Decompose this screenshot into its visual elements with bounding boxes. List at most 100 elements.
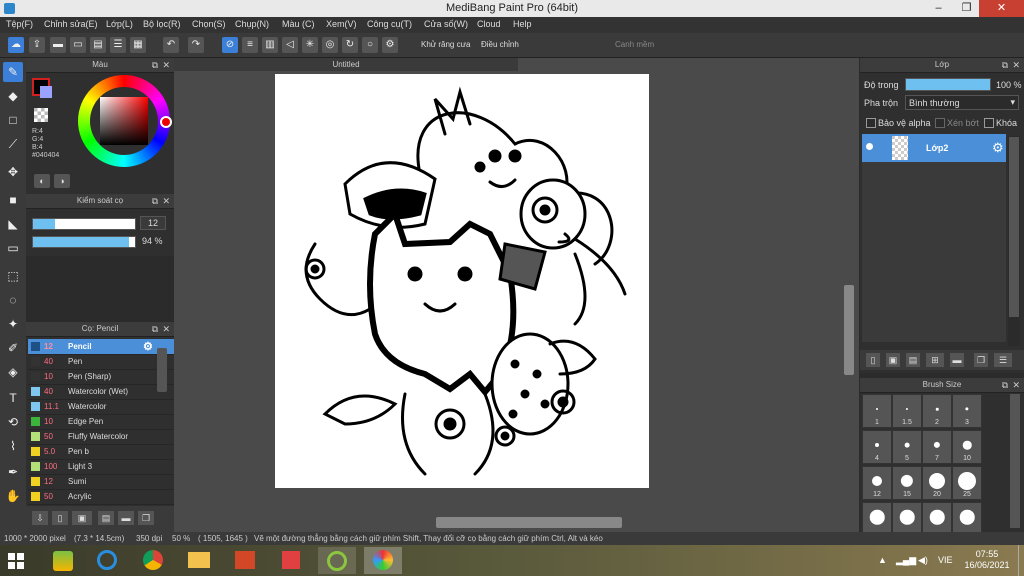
brush-size-preset[interactable]: 10	[952, 430, 982, 464]
cloud-download-icon[interactable]: ⇩	[32, 511, 48, 525]
paint-app-icon[interactable]	[364, 547, 402, 574]
share-icon[interactable]: ⇪	[29, 37, 45, 53]
clip-checkbox[interactable]	[935, 118, 945, 128]
magic-wand-icon[interactable]: ✦	[3, 314, 23, 334]
protect-alpha-checkbox[interactable]	[866, 118, 876, 128]
canvas-horizontal-scrollbar[interactable]	[436, 517, 622, 528]
cloud-icon[interactable]: ☁	[8, 37, 24, 53]
brush-item[interactable]: 100 Light 3	[28, 459, 181, 475]
layer-menu-icon[interactable]: ☰	[994, 353, 1012, 367]
new-color-layer-icon[interactable]: ▣	[886, 353, 900, 367]
layer-opacity-slider[interactable]	[905, 78, 991, 91]
menu-cloud[interactable]: Cloud	[477, 19, 501, 29]
new-halftone-layer-icon[interactable]: ▤	[906, 353, 920, 367]
brush-item[interactable]: 50 Acrylic	[28, 489, 181, 505]
close-icon[interactable]: ✕	[162, 194, 170, 208]
network-icon[interactable]: ▂▄▆	[896, 555, 916, 566]
hand-tool-icon[interactable]: ✋	[3, 486, 23, 506]
brush-size-preset[interactable]: 3	[952, 394, 982, 428]
radial-snap-icon[interactable]: ✳	[302, 37, 318, 53]
chat-icon[interactable]: ▭	[70, 37, 86, 53]
canvas-vertical-scrollbar[interactable]	[844, 285, 854, 375]
duplicate-layer-icon[interactable]: ❐	[974, 353, 988, 367]
document-icon[interactable]: ▤	[90, 37, 106, 53]
brush-size-preset[interactable]: 1	[862, 394, 892, 428]
brush-size-preset[interactable]: 12	[862, 466, 892, 500]
gear-icon[interactable]: ⚙	[143, 340, 153, 353]
list-icon[interactable]: ☰	[110, 37, 126, 53]
perspective-snap-icon[interactable]: ◁	[282, 37, 298, 53]
menu-file[interactable]: Tệp(F)	[6, 19, 33, 29]
brush-size-preset[interactable]: 15	[892, 466, 922, 500]
background-color-swatch[interactable]	[40, 86, 52, 98]
detach-icon[interactable]: ⧉	[152, 322, 158, 336]
brush-item[interactable]: 10 Edge Pen	[28, 414, 181, 430]
grid-snap-icon[interactable]: ▥	[262, 37, 278, 53]
text-tool-icon[interactable]: T	[3, 388, 23, 408]
lasso-tool-icon[interactable]: ◌	[3, 290, 23, 310]
gradient-tool-icon[interactable]: ▭	[3, 238, 23, 258]
close-icon[interactable]: ✕	[162, 322, 170, 336]
hue-handle[interactable]	[160, 116, 172, 128]
close-icon[interactable]: ✕	[1012, 378, 1020, 392]
show-desktop-button[interactable]	[1018, 545, 1024, 576]
color-picker-icon[interactable]: ◑	[54, 174, 70, 188]
language-indicator[interactable]: VIE	[938, 555, 953, 565]
folder-icon[interactable]: ▬	[950, 353, 964, 367]
powerpoint-icon[interactable]	[226, 547, 264, 574]
drawing-canvas[interactable]	[275, 74, 649, 488]
detach-icon[interactable]: ⧉	[152, 58, 158, 72]
brush-size-preset[interactable]: 25	[952, 466, 982, 500]
chrome-icon[interactable]	[134, 547, 172, 574]
snap-settings-icon[interactable]: ⚙	[382, 37, 398, 53]
tab-untitled[interactable]: Untitled	[174, 58, 518, 71]
brush-size-preset[interactable]: 20	[922, 466, 952, 500]
ellipse-snap-icon[interactable]: ○	[362, 37, 378, 53]
brush-opacity-slider[interactable]	[32, 236, 136, 248]
menu-help[interactable]: Help	[513, 19, 532, 29]
menu-edit[interactable]: Chỉnh sửa(E)	[44, 19, 98, 29]
menu-capture[interactable]: Chụp(N)	[235, 19, 269, 29]
curve-snap-icon[interactable]: ↻	[342, 37, 358, 53]
brush-size-slider[interactable]	[32, 218, 136, 230]
snap-off-icon[interactable]: ⊘	[222, 37, 238, 53]
gear-icon[interactable]: ⚙	[992, 140, 1004, 156]
windows-start-icon[interactable]	[8, 553, 24, 569]
line-tool-icon[interactable]: ⟋	[3, 134, 23, 154]
add-layer-menu-icon[interactable]: ⊞	[926, 353, 944, 367]
close-icon[interactable]: ✕	[162, 58, 170, 72]
tray-up-icon[interactable]: ▲	[878, 555, 887, 565]
brush-item[interactable]: 5.0 Pen b	[28, 444, 181, 460]
eyedropper-tool-icon[interactable]: ⌇	[3, 436, 23, 456]
select-rect-icon[interactable]: ⬚	[3, 266, 23, 286]
file-explorer-icon[interactable]	[180, 547, 218, 574]
brush-size-preset[interactable]	[952, 502, 982, 536]
eraser-tool-icon[interactable]: ◆	[3, 86, 23, 106]
brush-size-preset[interactable]	[922, 502, 952, 536]
detach-icon[interactable]: ⧉	[152, 194, 158, 208]
brush-item[interactable]: 11.1 Watercolor	[28, 399, 181, 415]
brush-size-preset[interactable]: 1.5	[892, 394, 922, 428]
brush-size-preset[interactable]	[892, 502, 922, 536]
menu-select[interactable]: Chọn(S)	[192, 19, 226, 29]
menu-tools[interactable]: Công cụ(T)	[367, 19, 412, 29]
brush-size-preset[interactable]: 7	[922, 430, 952, 464]
circle-snap-icon[interactable]: ◎	[322, 37, 338, 53]
eye-icon[interactable]	[866, 143, 873, 150]
brush-size-preset[interactable]: 5	[892, 430, 922, 464]
brush-item[interactable]: 12 Sumi	[28, 474, 181, 490]
saturation-box[interactable]	[100, 97, 148, 145]
blend-select[interactable]: Bình thường ▾	[905, 95, 1019, 110]
bluestacks-icon[interactable]	[44, 547, 82, 574]
layer-scrollbar[interactable]	[1009, 137, 1019, 317]
brush-size-scrollbar[interactable]	[1010, 394, 1020, 528]
redo-icon[interactable]: ↷	[188, 37, 204, 53]
menu-color[interactable]: Màu (C)	[282, 19, 315, 29]
palette-icon[interactable]: ◐	[34, 174, 50, 188]
brush-item[interactable]: 50 Fluffy Watercolor	[28, 429, 181, 445]
maximize-button[interactable]: ❐	[953, 0, 980, 17]
undo-icon[interactable]: ↶	[163, 37, 179, 53]
internet-explorer-icon[interactable]	[88, 547, 126, 574]
minimize-button[interactable]: –	[925, 0, 952, 17]
menu-view[interactable]: Xem(V)	[326, 19, 357, 29]
